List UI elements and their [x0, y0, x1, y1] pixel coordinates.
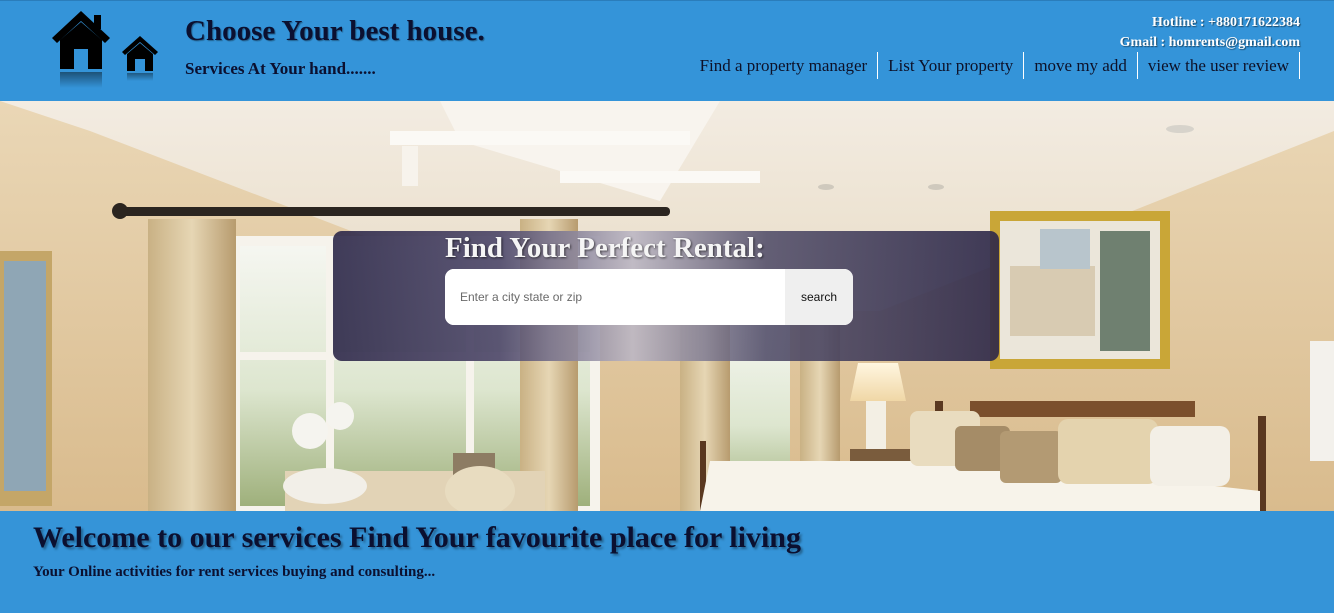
welcome-title: Welcome to our services Find Your favour… — [33, 521, 801, 554]
nav-view-user-review[interactable]: view the user review — [1138, 52, 1300, 79]
search-box: search — [445, 269, 853, 325]
search-title: Find Your Perfect Rental: — [445, 232, 765, 264]
brand-title: Choose Your best house. — [185, 15, 485, 47]
nav-list-your-property[interactable]: List Your property — [878, 52, 1025, 79]
hero-banner: Find Your Perfect Rental: search — [0, 101, 1334, 511]
hotline-text: Hotline : +880171622384 — [1152, 15, 1300, 30]
gmail-text: Gmail : homrents@gmail.com — [1119, 35, 1300, 50]
nav-find-property-manager[interactable]: Find a property manager — [690, 52, 879, 79]
welcome-subtitle: Your Online activities for rent services… — [33, 564, 436, 580]
small-house-icon — [122, 36, 158, 81]
search-input[interactable] — [445, 269, 785, 325]
welcome-section: Welcome to our services Find Your favour… — [0, 511, 1334, 613]
nav-move-my-add[interactable]: move my add — [1024, 52, 1138, 79]
house-logo-icon[interactable] — [50, 9, 112, 91]
site-header: Choose Your best house. Services At Your… — [0, 0, 1334, 102]
main-nav: Find a property manager List Your proper… — [690, 52, 1300, 79]
search-button[interactable]: search — [785, 269, 853, 325]
brand-subtitle: Services At Your hand....... — [185, 59, 376, 78]
contact-info: Hotline : +880171622384 Gmail : homrents… — [1120, 13, 1300, 53]
